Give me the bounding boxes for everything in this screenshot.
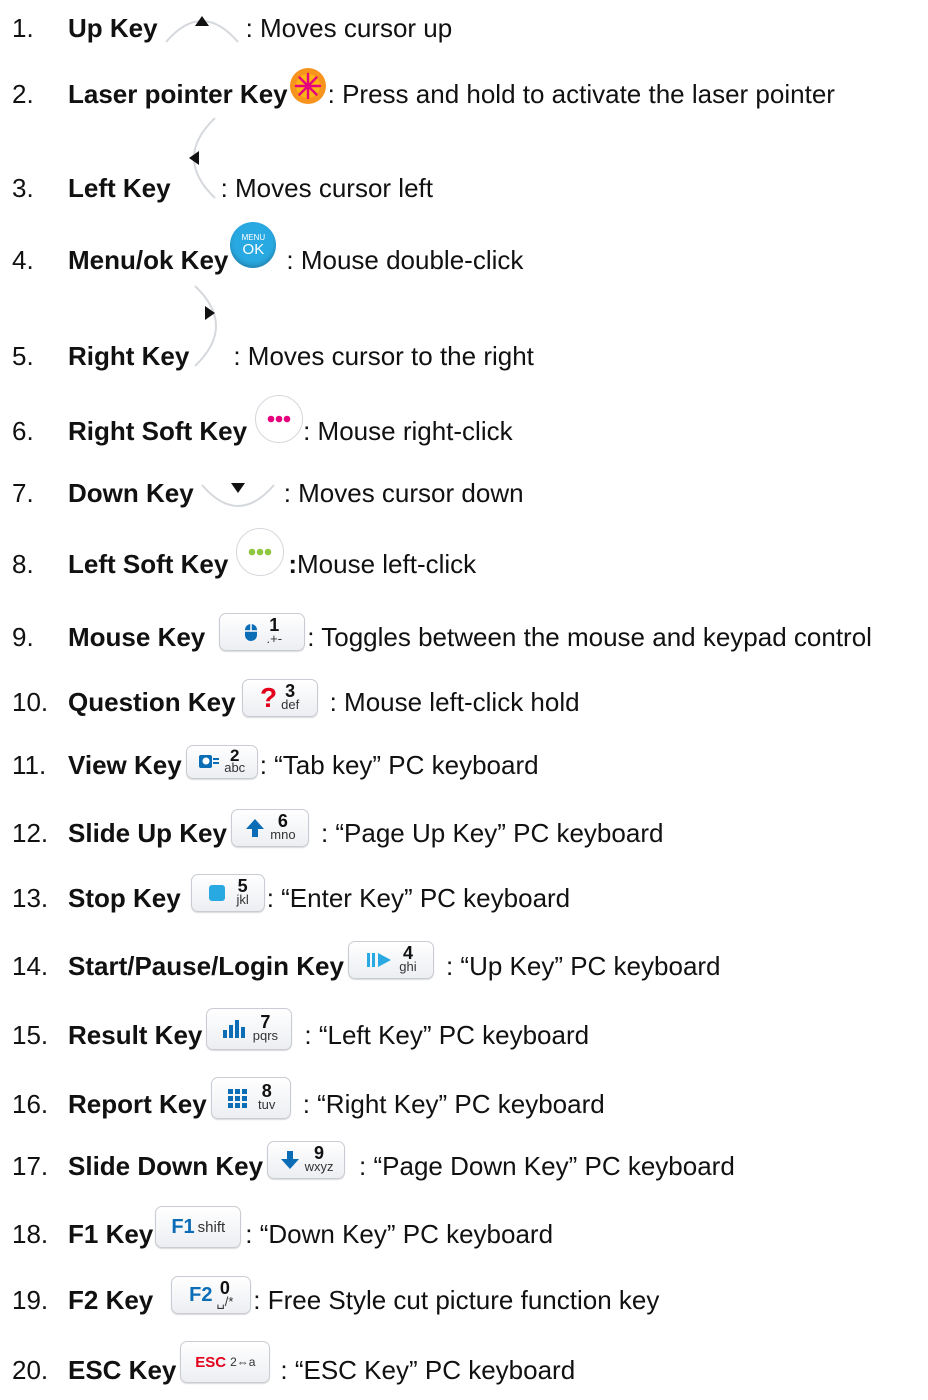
- result-key-icon: 7 pqrs: [206, 1008, 293, 1050]
- list-item: 15. Result Key 7 pqrs : “Left Key” PC ke…: [0, 1005, 589, 1065]
- report-key-icon: 8 tuv: [210, 1077, 291, 1119]
- arrow-left-icon: [171, 110, 221, 206]
- left-soft-dots-icon: [236, 528, 285, 576]
- list-item: 20. ESC Key ESC 2⇔a : “ESC Key” PC keybo…: [0, 1340, 575, 1400]
- right-soft-dots-icon: [255, 395, 304, 443]
- f2-key-icon: F2 0 ␣/*: [171, 1276, 252, 1314]
- arrow-down-icon: [198, 471, 278, 515]
- menu-ok-icon: MENU OK: [230, 222, 277, 268]
- slide-down-key-icon: 9 wxyz: [267, 1141, 346, 1179]
- esc-key-icon: ESC 2⇔a: [180, 1341, 271, 1383]
- list-item: 10. Question Key ? 3 def : Mouse left-cl…: [12, 679, 580, 717]
- list-item: 1. Up Key : Moves cursor up: [0, 0, 452, 58]
- list-item: 16. Report Key 8 tuv : “Right Key” PC ke…: [0, 1074, 605, 1134]
- list-item: 7. Down Key : Moves cursor down: [0, 463, 524, 523]
- laser-starburst-icon: [288, 66, 328, 106]
- list-item: 11. View Key 2 abc : “Tab key” PC keyboa…: [12, 745, 539, 780]
- list-item: 8. Left Soft Key : Mouse left-click: [0, 528, 476, 594]
- key-function-page: { "items": [ {"num": "1.", "name": "Up K…: [0, 0, 928, 1385]
- arrow-right-icon: [189, 278, 233, 374]
- slide-up-key-icon: 6 mno: [230, 809, 309, 847]
- list-item: 6. Right Soft Key : Mouse right-click: [0, 395, 513, 461]
- view-key-icon: 2 abc: [185, 745, 258, 779]
- question-key-icon: ? 3 def: [241, 679, 318, 717]
- list-item: 12. Slide Up Key 6 mno : “Page Up Key” P…: [12, 809, 664, 848]
- stop-key-icon: 5 jkl: [190, 874, 265, 912]
- list-item: 18. F1 Key F1 shift : “Down Key” PC keyb…: [0, 1204, 553, 1264]
- list-item: 14. Start/Pause/Login Key 4 ghi : “Up Ke…: [12, 941, 721, 981]
- list-item: 5. Right Key : Moves cursor to the right: [0, 285, 534, 386]
- start-pause-key-icon: 4 ghi: [347, 941, 434, 979]
- arrow-up-icon: [162, 6, 242, 50]
- list-item: 3. Left Key : Moves cursor left: [0, 117, 433, 218]
- list-item: 17. Slide Down Key 9 wxyz : “Page Down K…: [12, 1141, 735, 1181]
- list-item: 9. Mouse Key 1 .+- : Toggles between the…: [12, 613, 872, 652]
- list-item: 13. Stop Key 5 jkl : “Enter Key” PC keyb…: [12, 874, 571, 913]
- list-item: 2. Laser pointer Key : Press and hold to…: [0, 64, 835, 124]
- f1-key-icon: F1 shift: [155, 1206, 242, 1248]
- list-item: 19. F2 Key F2 0 ␣/* : Free Style cut pic…: [12, 1276, 660, 1315]
- list-item: 4. Menu/ok Key MENU OK : Mouse double-cl…: [0, 222, 523, 290]
- mouse-key-icon: 1 .+-: [219, 613, 306, 651]
